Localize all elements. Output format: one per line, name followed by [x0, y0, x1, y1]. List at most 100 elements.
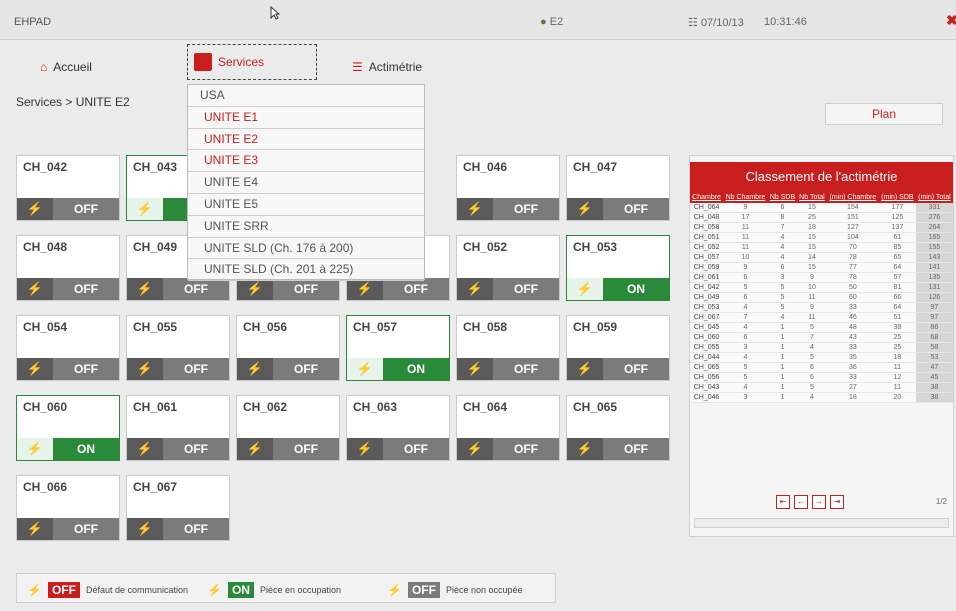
room-card[interactable]: CH_042 ⚡ OFF: [16, 155, 120, 221]
ranking-row[interactable]: CH_061 6 3 9 78 57 135: [690, 272, 953, 283]
next-page-icon[interactable]: →: [812, 495, 826, 509]
ranking-row[interactable]: CH_052 11 4 15 70 85 155: [690, 242, 953, 253]
ranking-row[interactable]: CH_046 3 1 4 18 20 38: [690, 392, 953, 403]
ranking-row[interactable]: CH_056 5 1 6 33 12 45: [690, 372, 953, 383]
last-page-icon[interactable]: ⇥: [830, 495, 844, 509]
ranking-row[interactable]: CH_055 3 1 4 33 25 58: [690, 342, 953, 353]
room-status-text: OFF: [294, 442, 318, 456]
ranking-header-cell[interactable]: Nb Total: [797, 192, 827, 203]
room-card[interactable]: CH_066 ⚡ OFF: [16, 475, 120, 541]
ranking-row[interactable]: CH_058 11 7 18 127 137 264: [690, 222, 953, 233]
home-icon: ⌂: [40, 60, 48, 74]
wifi-icon: ⚡: [457, 198, 493, 220]
ranking-cell: 78: [826, 252, 880, 263]
dropdown-option[interactable]: UNITE SLD (Ch. 201 à 225): [188, 259, 424, 282]
room-status-bar: ⚡ OFF: [17, 198, 119, 220]
plan-button[interactable]: Plan: [825, 103, 943, 125]
prev-page-icon[interactable]: ←: [794, 495, 808, 509]
room-card[interactable]: CH_048 ⚡ OFF: [16, 235, 120, 301]
wifi-icon: ⚡: [457, 278, 493, 300]
ranking-cell: 85: [879, 242, 916, 253]
ranking-row[interactable]: CH_053 4 5 9 33 64 97: [690, 302, 953, 313]
wifi-icon: ⚡: [17, 358, 53, 380]
room-card[interactable]: CH_054 ⚡ OFF: [16, 315, 120, 381]
ranking-row[interactable]: CH_044 4 1 5 35 18 53: [690, 352, 953, 363]
room-card[interactable]: CH_057 ⚡ ON: [346, 315, 450, 381]
room-card[interactable]: CH_047 ⚡ OFF: [566, 155, 670, 221]
room-card[interactable]: CH_061 ⚡ OFF: [126, 395, 230, 461]
ranking-header-cell[interactable]: Nb SDB: [767, 192, 798, 203]
room-name: CH_066: [23, 480, 68, 494]
ranking-row[interactable]: CH_060 6 1 7 43 25 68: [690, 332, 953, 343]
room-card[interactable]: CH_062 ⚡ OFF: [236, 395, 340, 461]
ranking-cell: 25: [879, 342, 916, 353]
ranking-row[interactable]: CH_048 17 8 25 151 125 276: [690, 212, 953, 223]
ranking-row[interactable]: CH_045 4 1 5 48 38 86: [690, 322, 953, 333]
ranking-header-cell[interactable]: Chambre: [690, 192, 724, 203]
room-card[interactable]: CH_063 ⚡ OFF: [346, 395, 450, 461]
room-name: CH_043: [133, 160, 178, 174]
room-status-bar: ⚡ OFF: [127, 518, 229, 540]
ranking-cell: 48: [826, 322, 880, 333]
ranking-cell: 11: [723, 222, 768, 233]
room-card[interactable]: CH_064 ⚡ OFF: [456, 395, 560, 461]
room-name: CH_058: [463, 320, 508, 334]
room-card[interactable]: CH_046 ⚡ OFF: [456, 155, 560, 221]
date-text: 07/10/13: [700, 17, 744, 29]
dropdown-option[interactable]: UNITE E4: [188, 172, 424, 194]
room-status-text: OFF: [624, 442, 648, 456]
page-number: 1/2: [935, 497, 947, 506]
dropdown-option[interactable]: UNITE E1: [188, 107, 424, 129]
ranking-row[interactable]: CH_067 7 4 11 46 51 97: [690, 312, 953, 323]
ranking-cell: 4: [767, 242, 798, 253]
ranking-cell: 14: [797, 252, 827, 263]
ranking-cell: 1: [767, 392, 798, 403]
room-card[interactable]: CH_055 ⚡ OFF: [126, 315, 230, 381]
room-card[interactable]: CH_052 ⚡ OFF: [456, 235, 560, 301]
ranking-cell: 4: [767, 312, 798, 323]
ranking-header-cell[interactable]: (min) SDB: [879, 192, 916, 203]
ranking-row[interactable]: CH_051 11 4 15 104 61 165: [690, 232, 953, 243]
room-card[interactable]: CH_065 ⚡ OFF: [566, 395, 670, 461]
nav-item-accueil[interactable]: ⌂ Accueil: [40, 60, 92, 74]
ranking-row[interactable]: CH_043 4 1 5 27 11 38: [690, 382, 953, 393]
dropdown-option[interactable]: UNITE SRR: [188, 216, 424, 238]
room-card[interactable]: CH_053 ⚡ ON: [566, 235, 670, 301]
ranking-cell: CH_060: [690, 332, 724, 343]
horizontal-scrollbar[interactable]: [694, 518, 949, 528]
dropdown-option[interactable]: UNITE SLD (Ch. 176 à 200): [188, 238, 424, 260]
ranking-cell: 11: [879, 382, 916, 393]
wifi-icon: ⚡: [567, 358, 603, 380]
close-icon[interactable]: ✖: [946, 12, 956, 29]
ranking-row[interactable]: CH_065 5 1 6 36 11 47: [690, 362, 953, 373]
dropdown-option[interactable]: USA: [188, 85, 424, 107]
dropdown-option[interactable]: UNITE E5: [188, 194, 424, 216]
user-indicator[interactable]: ● E2: [540, 16, 563, 28]
ranking-row[interactable]: CH_049 6 5 11 60 66 126: [690, 292, 953, 303]
ranking-cell: 1: [767, 322, 798, 333]
ranking-row[interactable]: CH_042 5 5 10 50 81 131: [690, 282, 953, 293]
nav-item-services[interactable]: Services: [187, 44, 317, 80]
room-card[interactable]: CH_067 ⚡ OFF: [126, 475, 230, 541]
ranking-row[interactable]: CH_059 9 6 15 77 64 141: [690, 262, 953, 273]
ranking-header-cell[interactable]: (min) Total: [915, 192, 953, 203]
ranking-row[interactable]: CH_064 9 6 15 154 177 331: [690, 203, 953, 213]
dropdown-option[interactable]: UNITE E3: [188, 150, 424, 173]
ranking-cell: 141: [915, 262, 953, 273]
ranking-header-cell[interactable]: (min) Chambre: [826, 192, 880, 203]
ranking-row[interactable]: CH_057 10 4 14 78 65 143: [690, 252, 953, 263]
room-card[interactable]: CH_060 ⚡ ON: [16, 395, 120, 461]
room-card[interactable]: CH_056 ⚡ OFF: [236, 315, 340, 381]
room-card[interactable]: CH_058 ⚡ OFF: [456, 315, 560, 381]
nav-item-actimetrie[interactable]: ☰ Actimétrie: [352, 60, 422, 74]
room-card[interactable]: CH_059 ⚡ OFF: [566, 315, 670, 381]
legend-text-off-comm: Défaut de communication: [85, 585, 189, 595]
dropdown-option[interactable]: UNITE E2: [188, 129, 424, 151]
ranking-cell: 3: [723, 342, 768, 353]
ranking-header-cell[interactable]: Nb Chambre: [723, 192, 768, 203]
ranking-cell: 33: [826, 372, 880, 383]
ranking-cell: CH_056: [690, 372, 724, 383]
first-page-icon[interactable]: ⇤: [776, 495, 790, 509]
room-status-text: ON: [77, 442, 95, 456]
ranking-cell: 11: [723, 242, 768, 253]
